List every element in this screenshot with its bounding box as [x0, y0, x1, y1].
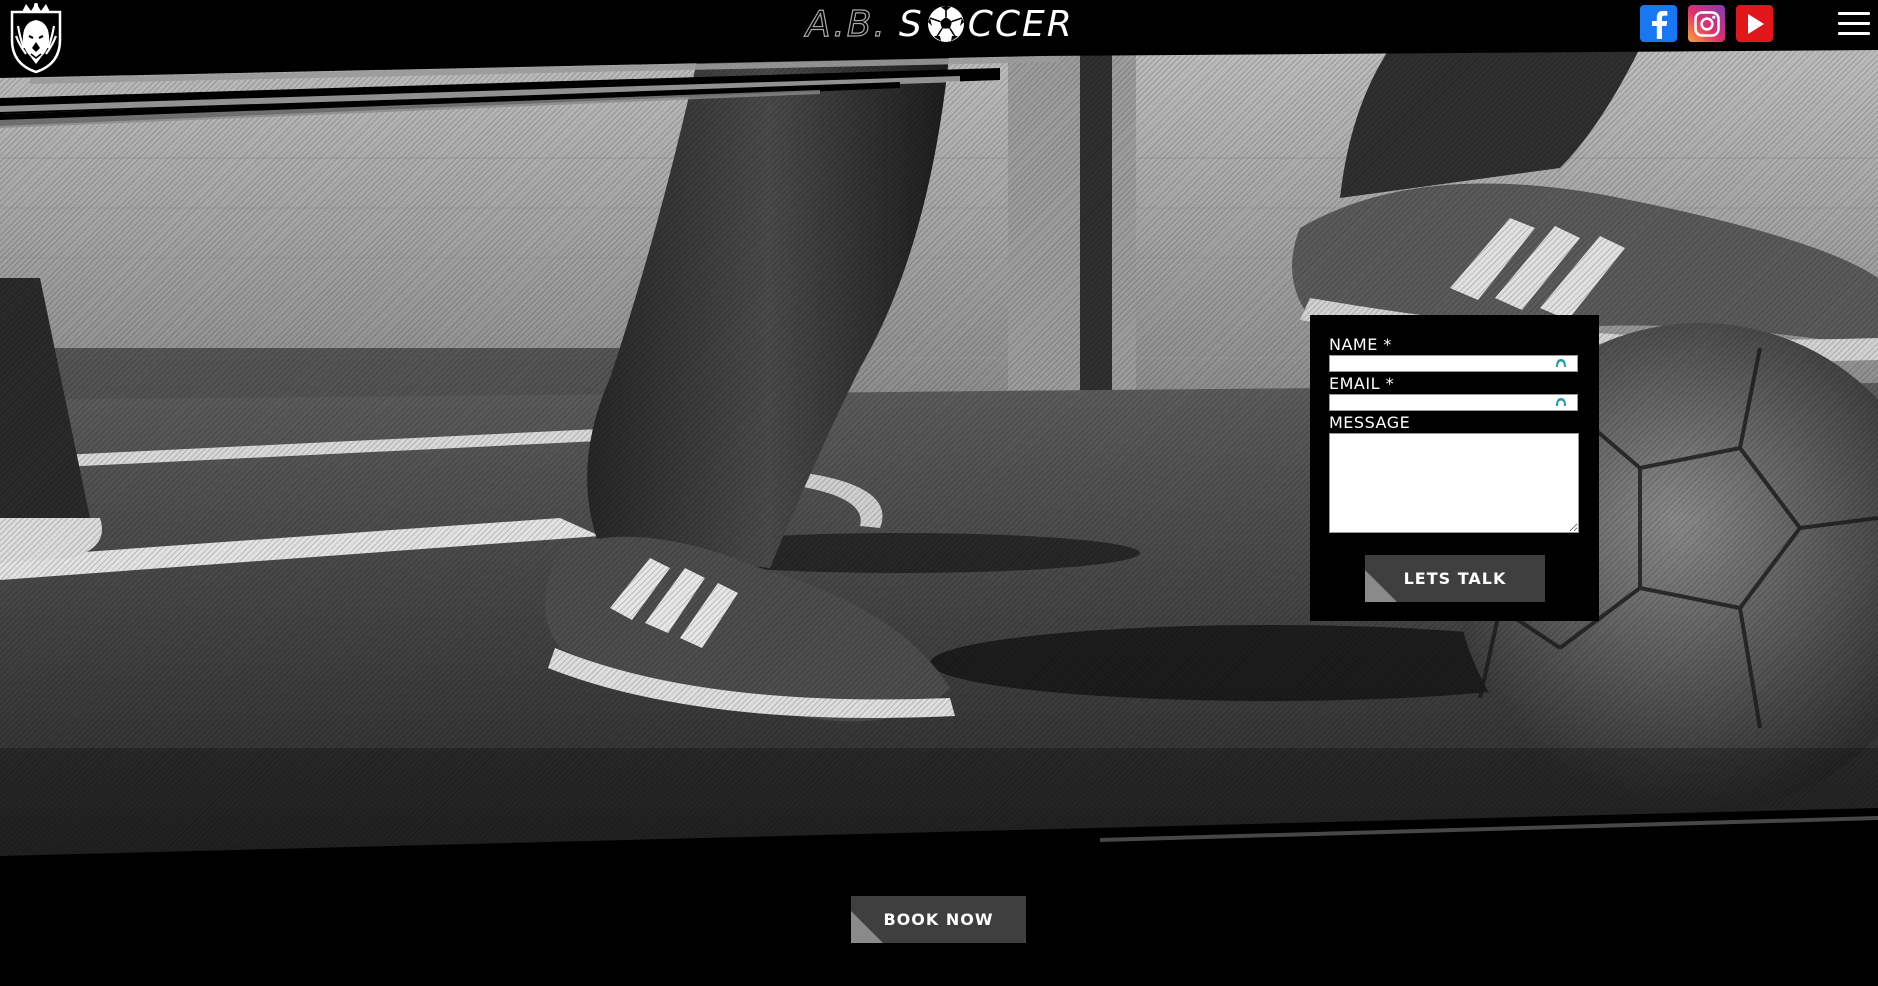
- lion-crest-icon[interactable]: [6, 2, 66, 74]
- brand-rest: CCER: [967, 3, 1074, 45]
- button-corner-accent: [851, 911, 883, 943]
- name-field[interactable]: [1329, 355, 1578, 372]
- button-corner-accent: [1365, 570, 1397, 602]
- book-now-button[interactable]: BOOK NOW: [851, 896, 1026, 943]
- hamburger-menu-icon[interactable]: [1838, 12, 1870, 36]
- message-label: MESSAGE: [1329, 413, 1411, 432]
- name-label: NAME *: [1329, 335, 1392, 354]
- email-field[interactable]: [1329, 394, 1578, 411]
- brand-first-letter: S: [898, 3, 924, 45]
- lets-talk-button[interactable]: LETS TALK: [1365, 555, 1545, 602]
- lets-talk-label: LETS TALK: [1403, 569, 1507, 588]
- brand-prefix: A.B.: [805, 3, 887, 45]
- brand-wordmark[interactable]: A.B. S CCER: [805, 2, 1074, 46]
- hero-bottom-edge: [0, 808, 1878, 860]
- autofill-icon[interactable]: [1552, 394, 1570, 411]
- soccer-ball-icon: [926, 4, 966, 44]
- instagram-icon[interactable]: [1688, 5, 1725, 42]
- facebook-icon[interactable]: [1640, 5, 1677, 42]
- site-header: A.B. S CCER: [0, 0, 1878, 74]
- youtube-icon[interactable]: [1736, 5, 1773, 42]
- hero-top-edge: [0, 48, 1878, 128]
- email-label: EMAIL *: [1329, 374, 1395, 393]
- message-field[interactable]: [1329, 433, 1579, 533]
- autofill-icon[interactable]: [1552, 355, 1570, 372]
- book-now-label: BOOK NOW: [883, 910, 994, 929]
- contact-form: NAME * EMAIL * MESSAGE LETS TALK: [1310, 315, 1599, 621]
